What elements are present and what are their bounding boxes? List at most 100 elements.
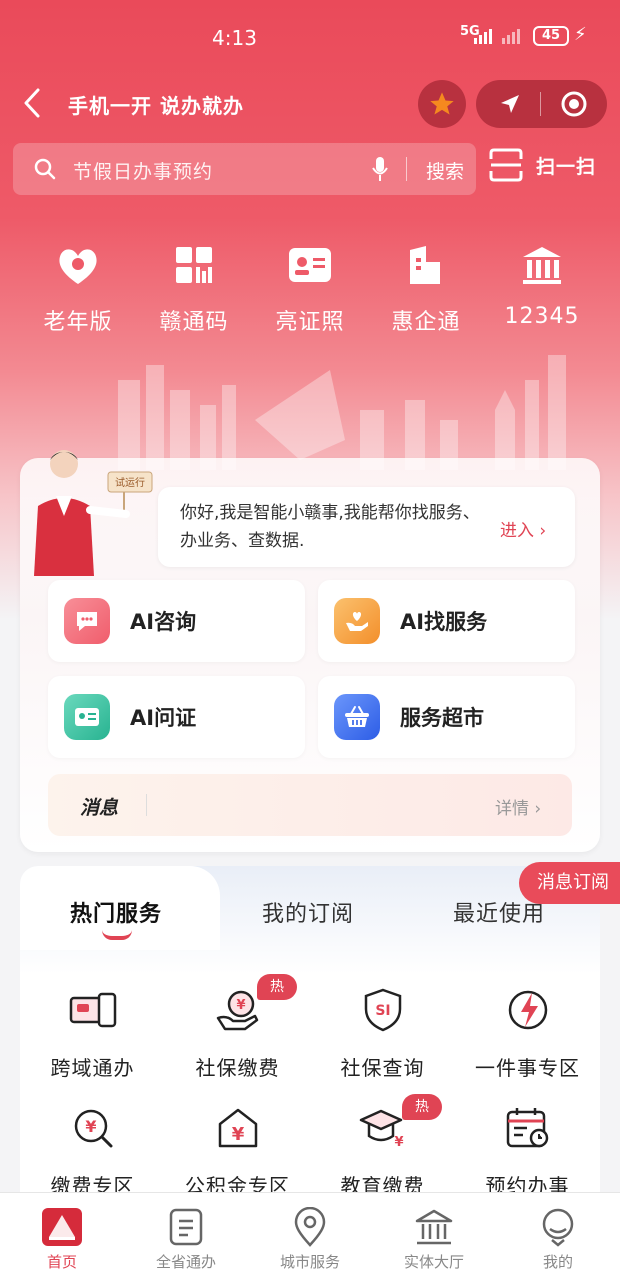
assistant-avatar[interactable]: 试运行 (28, 444, 158, 576)
nav-service-hall[interactable]: 实体大厅 (372, 1207, 496, 1272)
status-bar: 4:13 5G 45 ⚡ (0, 0, 620, 74)
service-social-query[interactable]: SI 社保查询 (310, 984, 455, 1081)
signal-bars-icon (474, 28, 492, 44)
service-payment-zone[interactable]: ¥ 缴费专区 (20, 1102, 165, 1199)
tile-ai-find-service[interactable]: AI找服务 (318, 580, 575, 662)
chat-icon (64, 598, 110, 644)
quick-label: 12345 (504, 304, 580, 329)
devices-icon (69, 992, 116, 1028)
chevron-right-icon: › (534, 799, 542, 819)
star-icon (430, 92, 454, 115)
service-label: 一件事专区 (475, 1056, 580, 1080)
svg-text:¥: ¥ (231, 1124, 244, 1145)
service-label: 社保查询 (340, 1056, 425, 1080)
search-icon (34, 158, 56, 180)
status-time: 4:13 (212, 26, 257, 50)
hot-badge: 热 (402, 1094, 442, 1120)
home-logo-icon (42, 1208, 82, 1246)
nav-home[interactable]: 首页 (0, 1207, 124, 1272)
hot-badge: 热 (257, 974, 297, 1000)
service-cross-region[interactable]: 跨域通办 (20, 984, 165, 1081)
quick-label: 老年版 (43, 310, 113, 335)
government-building-icon (523, 247, 561, 284)
service-one-thing[interactable]: 一件事专区 (455, 984, 600, 1081)
calendar-clock-icon (506, 1108, 548, 1148)
quick-entry-row: 老年版 赣通码 亮证照 惠企通 12345 (20, 240, 600, 336)
quick-12345[interactable]: 12345 (484, 240, 600, 336)
location-icon (294, 1207, 326, 1247)
nav-province-wide[interactable]: 全省通办 (124, 1207, 248, 1272)
qr-code-icon (176, 247, 212, 283)
search-button[interactable]: 搜索 (426, 157, 464, 184)
tile-label: 服务超市 (400, 706, 484, 730)
nav-label: 实体大厅 (403, 1253, 464, 1271)
card-icon (64, 694, 110, 740)
microphone-icon[interactable] (371, 155, 389, 183)
tile-ai-consult[interactable]: AI咨询 (48, 580, 305, 662)
nav-label: 全省通办 (155, 1253, 216, 1271)
service-label: 跨域通办 (50, 1056, 135, 1080)
message-detail-link[interactable]: 详情 › (495, 794, 541, 819)
user-icon (542, 1208, 574, 1247)
nav-label: 城市服务 (279, 1253, 340, 1271)
svg-text:SI: SI (375, 1003, 390, 1019)
scan-icon (489, 148, 523, 182)
hall-icon (415, 1209, 453, 1245)
svg-text:¥: ¥ (394, 1135, 403, 1150)
charging-icon: ⚡ (574, 24, 587, 45)
scan-label: 扫一扫 (536, 155, 597, 178)
service-housing-fund[interactable]: ¥ 公积金专区 (165, 1102, 310, 1199)
quick-show-license[interactable]: 亮证照 (252, 240, 368, 336)
assistant-greeting-bubble[interactable]: 你好,我是智能小赣事,我能帮你找服务、办业务、查数据. 进入 › (158, 487, 575, 567)
bottom-nav: 首页 全省通办 城市服务 实体大厅 我的 (0, 1192, 620, 1279)
si-shield-icon: SI (364, 988, 401, 1032)
basket-icon (334, 694, 380, 740)
message-subscribe-button[interactable]: 消息订阅 (519, 862, 620, 904)
back-icon[interactable] (18, 86, 48, 120)
signal-bars-secondary-icon (502, 28, 520, 44)
mini-program-capsule (476, 80, 607, 128)
search-bar[interactable]: 节假日办事预约 搜索 (13, 143, 476, 195)
chevron-right-icon: › (539, 521, 547, 541)
quick-elderly[interactable]: 老年版 (20, 240, 136, 336)
battery-icon: 45 (533, 26, 569, 46)
capsule-divider (540, 92, 541, 116)
enter-assistant-link[interactable]: 进入 › (500, 516, 546, 541)
scan-button[interactable]: 扫一扫 (488, 147, 596, 183)
yuan-search-icon: ¥ (74, 1109, 112, 1148)
nav-city-services[interactable]: 城市服务 (248, 1207, 372, 1272)
navigate-icon[interactable] (498, 92, 522, 116)
svg-text:¥: ¥ (236, 998, 245, 1013)
quick-label: 惠企通 (391, 310, 461, 335)
building-icon (410, 246, 440, 284)
search-divider (406, 157, 407, 181)
service-appointment[interactable]: 预约办事 (455, 1102, 600, 1199)
close-target-icon[interactable] (560, 90, 588, 118)
enter-label: 进入 (500, 521, 534, 541)
nav-label: 我的 (542, 1253, 573, 1271)
nav-mine[interactable]: 我的 (496, 1207, 620, 1272)
favorite-button[interactable] (418, 80, 466, 128)
nav-label: 首页 (46, 1253, 77, 1271)
document-icon (169, 1208, 203, 1246)
tile-ai-license[interactable]: AI问证 (48, 676, 305, 758)
page-title: 手机一开 说办就办 (68, 94, 244, 118)
heart-hands-icon (59, 249, 97, 284)
assistant-greeting: 你好,我是智能小赣事,我能帮你找服务、办业务、查数据. (180, 503, 480, 551)
quick-label: 赣通码 (159, 310, 229, 335)
tile-service-market[interactable]: 服务超市 (318, 676, 575, 758)
message-bar[interactable]: 消息 详情 › (48, 774, 572, 836)
svg-text:¥: ¥ (85, 1117, 96, 1136)
message-title: 消息 (80, 797, 119, 819)
quick-enterprise[interactable]: 惠企通 (368, 240, 484, 336)
message-divider (146, 794, 147, 816)
tab-hot-services[interactable]: 热门服务 (70, 896, 162, 928)
quick-gantong-code[interactable]: 赣通码 (136, 240, 252, 336)
search-placeholder[interactable]: 节假日办事预约 (73, 157, 213, 184)
lightning-icon (508, 990, 547, 1030)
heart-hand-icon (334, 598, 380, 644)
graduation-cap-icon: ¥ (359, 1109, 403, 1150)
yuan-hand-icon: ¥ (216, 990, 258, 1031)
tab-my-subscriptions[interactable]: 我的订阅 (262, 896, 354, 928)
trial-badge: 试运行 (115, 476, 145, 489)
